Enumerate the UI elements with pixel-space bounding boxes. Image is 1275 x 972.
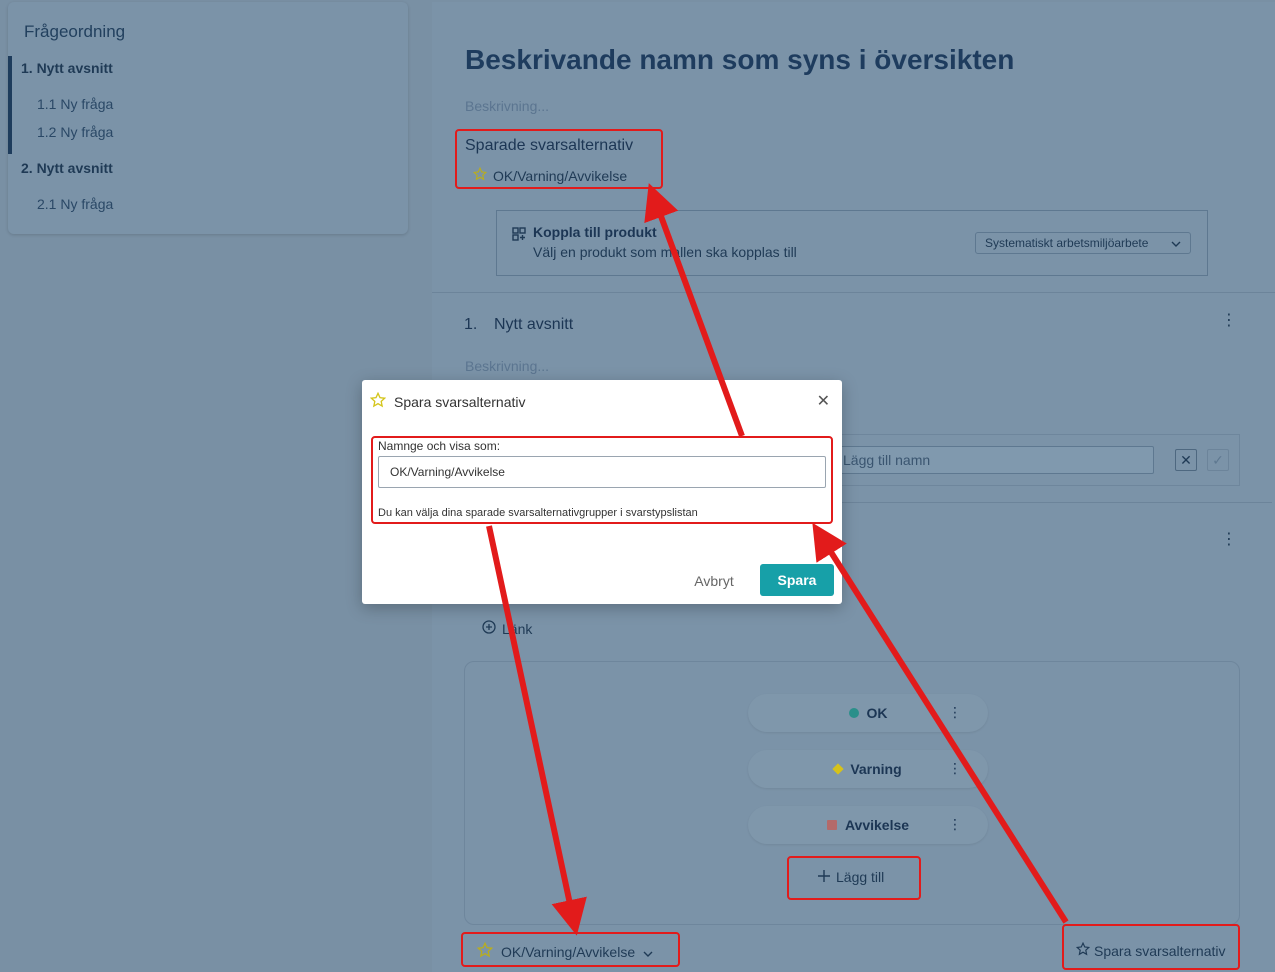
answer-type-select[interactable]: OK/Varning/Avvikelse [476, 941, 653, 961]
product-select[interactable]: Systematiskt arbetsmiljöarbete [975, 232, 1191, 254]
answer-menu-icon[interactable]: ⋮ [948, 760, 962, 777]
answer-label: OK [866, 705, 888, 721]
outline-section-2[interactable]: 2. Nytt avsnitt [21, 160, 113, 176]
panel-title: Frågeordning [24, 22, 126, 41]
alternative-name-input[interactable] [378, 456, 826, 488]
page-title[interactable]: Beskrivande namn som syns i översikten [465, 44, 1014, 76]
answer-type-value: OK/Varning/Avvikelse [501, 943, 636, 960]
description-field[interactable]: Beskrivning... [465, 98, 549, 114]
product-link-box: Koppla till produkt Välj en produkt som … [496, 210, 1208, 276]
question-order-panel: Frågeordning 1. Nytt avsnitt 1.1 Ny fråg… [8, 2, 408, 234]
dialog-header: Spara svarsalternativ [369, 391, 526, 411]
answer-option-warning[interactable]: Varning ⋮ [748, 750, 988, 788]
product-link-subtitle: Välj en produkt som mallen ska kopplas t… [533, 244, 797, 260]
add-answer-label: Lägg till [836, 869, 885, 885]
name-field-label: Namnge och visa som: [378, 439, 501, 453]
save-alternatives-dialog: Spara svarsalternativ ✕ Namnge och visa … [362, 380, 842, 604]
plus-icon [818, 869, 830, 885]
section-title[interactable]: Nytt avsnitt [494, 316, 573, 334]
star-icon [472, 166, 488, 184]
close-icon[interactable]: ✕ [817, 391, 830, 411]
saved-alternative-label: OK/Varning/Avvikelse [493, 167, 628, 184]
question-menu-icon[interactable]: ⋮ [1221, 532, 1237, 548]
star-outline-icon [1075, 941, 1091, 959]
add-link-label: Länk [502, 620, 533, 637]
answer-label: Varning [850, 761, 902, 777]
warning-diamond-icon [832, 763, 844, 775]
outline-question-1-2[interactable]: 1.2 Ny fråga [37, 124, 113, 140]
grid-icon [512, 227, 526, 244]
divider [832, 502, 1272, 503]
add-answer-button[interactable]: Lägg till [818, 869, 884, 885]
answer-label: Avvikelse [844, 817, 910, 833]
divider [432, 292, 1275, 293]
confirm-icon[interactable]: ✓ [1207, 449, 1229, 471]
save-alternatives-button[interactable]: Spara svarsalternativ [1075, 941, 1226, 959]
product-link-title: Koppla till produkt [533, 224, 657, 240]
outline-section-1[interactable]: 1. Nytt avsnitt [21, 60, 113, 76]
outline-question-2-1[interactable]: 2.1 Ny fråga [37, 196, 113, 212]
answer-menu-icon[interactable]: ⋮ [948, 704, 962, 721]
dialog-hint: Du kan välja dina sparade svarsalternati… [378, 507, 698, 519]
ok-dot-icon [848, 708, 859, 718]
outline-question-1-1[interactable]: 1.1 Ny fråga [37, 96, 113, 112]
saved-alternatives-heading: Sparade svarsalternativ [465, 137, 634, 154]
deviation-square-icon [826, 820, 837, 830]
plus-circle-icon [482, 620, 496, 637]
answer-option-deviation[interactable]: Avvikelse ⋮ [748, 806, 988, 844]
chevron-down-icon [1171, 236, 1181, 250]
star-icon [476, 941, 494, 961]
answer-option-ok[interactable]: OK ⋮ [748, 694, 988, 732]
clear-icon[interactable]: ✕ [1175, 449, 1197, 471]
section-number: 1. [464, 316, 478, 333]
section-description-field[interactable]: Beskrivning... [465, 358, 549, 374]
cancel-button[interactable]: Avbryt [678, 566, 750, 596]
section-menu-icon[interactable]: ⋮ [1221, 313, 1237, 329]
save-alternatives-label: Spara svarsalternativ [1094, 942, 1226, 959]
answer-menu-icon[interactable]: ⋮ [948, 816, 962, 833]
product-select-value: Systematiskt arbetsmiljöarbete [985, 236, 1149, 250]
saved-alternative-item[interactable]: OK/Varning/Avvikelse [472, 166, 628, 184]
dialog-title: Spara svarsalternativ [394, 393, 526, 410]
save-button[interactable]: Spara [760, 564, 834, 596]
active-section-indicator [8, 56, 12, 154]
name-input[interactable]: Lägg till namn [830, 446, 1154, 474]
chevron-down-icon [643, 944, 653, 960]
add-link-button[interactable]: Länk [482, 620, 532, 637]
star-icon [369, 391, 387, 411]
